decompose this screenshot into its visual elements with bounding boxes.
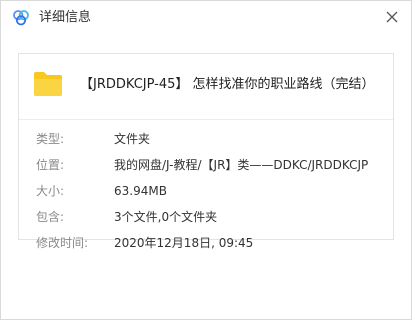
modified-label: 修改时间: (36, 236, 89, 250)
folder-icon (33, 71, 63, 97)
dialog-title: 详细信息 (39, 10, 92, 25)
close-button[interactable] (381, 6, 403, 28)
type-value: 文件夹 (114, 132, 151, 146)
location-row: 位置: 我的网盘/J-教程/【JR】类——DDKC/JRDDKCJP (19, 157, 393, 173)
size-label: 大小: (36, 184, 65, 198)
contains-label: 包含: (36, 210, 65, 224)
details-dialog: 详细信息 【JRDDKCJP-45】 怎样找准你的职业路线（完结） 类型: 文件… (0, 0, 412, 320)
cloud-icon (12, 9, 30, 27)
type-label: 类型: (36, 132, 65, 146)
modified-value: 2020年12月18日, 09:45 (114, 236, 254, 250)
type-row: 类型: 文件夹 (19, 131, 393, 147)
contains-value: 3个文件,0个文件夹 (114, 210, 218, 224)
modified-row: 修改时间: 2020年12月18日, 09:45 (19, 235, 393, 251)
divider (19, 119, 393, 120)
size-row: 大小: 63.94MB (19, 183, 393, 199)
details-card: 【JRDDKCJP-45】 怎样找准你的职业路线（完结） 类型: 文件夹 位置:… (18, 53, 394, 250)
contains-row: 包含: 3个文件,0个文件夹 (19, 209, 393, 225)
location-value: 我的网盘/J-教程/【JR】类——DDKC/JRDDKCJP (114, 158, 369, 172)
location-label: 位置: (36, 158, 65, 172)
folder-name: 【JRDDKCJP-45】 怎样找准你的职业路线（完结） (80, 77, 375, 92)
close-icon (386, 8, 398, 27)
title-bar[interactable]: 详细信息 (1, 1, 411, 35)
size-value: 63.94MB (114, 184, 167, 198)
